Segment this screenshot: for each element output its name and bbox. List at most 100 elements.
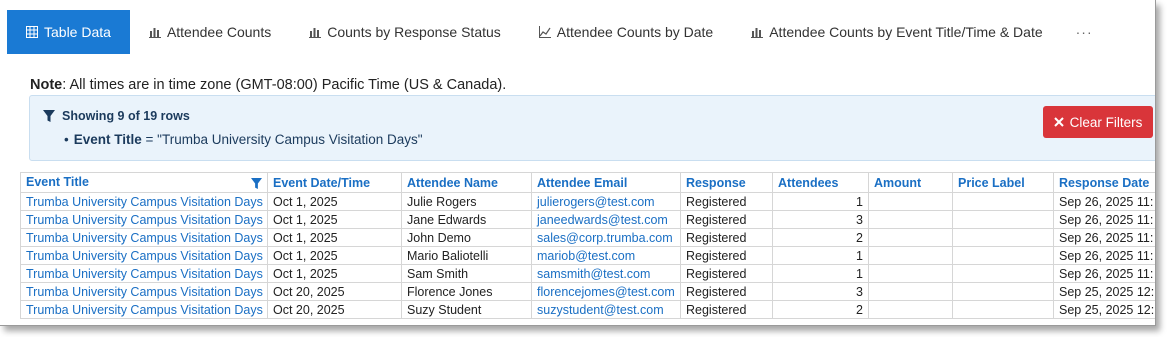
- table-header-row: Event Title Event Date/Time Attendee Nam…: [20, 172, 1155, 193]
- tab-label: Attendee Counts by Date: [556, 24, 714, 40]
- amount-cell: [868, 300, 953, 319]
- attendees-cell: 2: [772, 228, 869, 247]
- attendee-name-cell: Sam Smith: [401, 264, 532, 283]
- response-cell: Registered: [680, 300, 773, 319]
- attendee-name-cell: John Demo: [401, 228, 532, 247]
- column-header-response[interactable]: Response: [680, 172, 773, 193]
- filter-panel: Showing 9 of 19 rows • Event Title = "Tru…: [29, 95, 1155, 161]
- filter-operator: =: [141, 132, 158, 147]
- amount-cell: [868, 282, 953, 301]
- response-cell: Registered: [680, 264, 773, 283]
- response-date-cell: Sep 26, 2025 11:: [1053, 228, 1155, 247]
- amount-cell: [868, 246, 953, 265]
- more-icon: ···: [1075, 24, 1093, 40]
- tab-attendee-counts-by-event-title[interactable]: Attendee Counts by Event Title/Time & Da…: [732, 10, 1061, 54]
- showing-rows-text: Showing 9 of 19 rows: [62, 109, 190, 123]
- clear-filters-button[interactable]: Clear Filters: [1043, 106, 1153, 138]
- price-label-cell: [952, 282, 1054, 301]
- tab-table-data[interactable]: Table Data: [7, 10, 130, 54]
- event-date-cell: Oct 1, 2025: [267, 228, 402, 247]
- event-title-link[interactable]: Trumba University Campus Visitation Days: [20, 300, 268, 319]
- attendee-email-link[interactable]: florencejomes@test.com: [531, 282, 681, 301]
- more-tabs-button[interactable]: ···: [1062, 10, 1107, 54]
- bar-chart-icon: [148, 26, 161, 38]
- attendee-name-cell: Mario Baliotelli: [401, 246, 532, 265]
- table-row: Trumba University Campus Visitation Days…: [20, 264, 1155, 283]
- bullet: •: [64, 132, 69, 147]
- column-header-price-label[interactable]: Price Label: [952, 172, 1054, 193]
- response-date-cell: Sep 26, 2025 11:: [1053, 210, 1155, 229]
- attendee-name-cell: Suzy Student: [401, 300, 532, 319]
- event-title-link[interactable]: Trumba University Campus Visitation Days: [20, 282, 268, 301]
- response-date-cell: Sep 26, 2025 11:: [1053, 264, 1155, 283]
- attendee-email-link[interactable]: samsmith@test.com: [531, 264, 681, 283]
- column-header-attendee-email[interactable]: Attendee Email: [531, 172, 681, 193]
- event-title-link[interactable]: Trumba University Campus Visitation Days: [20, 228, 268, 247]
- column-header-amount[interactable]: Amount: [868, 172, 953, 193]
- attendee-email-link[interactable]: julierogers@test.com: [531, 192, 681, 211]
- amount-cell: [868, 192, 953, 211]
- attendee-email-link[interactable]: mariob@test.com: [531, 246, 681, 265]
- event-date-cell: Oct 1, 2025: [267, 264, 402, 283]
- attendee-email-link[interactable]: suzystudent@test.com: [531, 300, 681, 319]
- event-date-cell: Oct 1, 2025: [267, 192, 402, 211]
- event-title-link[interactable]: Trumba University Campus Visitation Days: [20, 246, 268, 265]
- bar-chart-icon: [309, 26, 322, 38]
- response-cell: Registered: [680, 282, 773, 301]
- tab-attendee-counts-by-date[interactable]: Attendee Counts by Date: [520, 10, 732, 54]
- event-title-link[interactable]: Trumba University Campus Visitation Days: [20, 264, 268, 283]
- table-row: Trumba University Campus Visitation Days…: [20, 228, 1155, 247]
- amount-cell: [868, 210, 953, 229]
- response-cell: Registered: [680, 228, 773, 247]
- table-row: Trumba University Campus Visitation Days…: [20, 246, 1155, 265]
- tab-label: Attendee Counts: [166, 24, 272, 40]
- response-date-cell: Sep 25, 2025 12:: [1053, 282, 1155, 301]
- table-row: Trumba University Campus Visitation Days…: [20, 210, 1155, 229]
- attendees-cell: 2: [772, 300, 869, 319]
- column-header-attendees[interactable]: Attendees: [772, 172, 869, 193]
- price-label-cell: [952, 264, 1054, 283]
- filter-field: Event Title: [73, 132, 142, 147]
- column-header-attendee-name[interactable]: Attendee Name: [401, 172, 532, 193]
- price-label-cell: [952, 228, 1054, 247]
- attendee-email-link[interactable]: janeedwards@test.com: [531, 210, 681, 229]
- line-chart-icon: [538, 26, 551, 38]
- column-header-event-date[interactable]: Event Date/Time: [267, 172, 402, 193]
- tab-attendee-counts[interactable]: Attendee Counts: [130, 10, 290, 54]
- close-icon: [1053, 115, 1064, 130]
- attendee-table: Event Title Event Date/Time Attendee Nam…: [20, 172, 1155, 319]
- amount-cell: [868, 264, 953, 283]
- attendees-cell: 3: [772, 210, 869, 229]
- price-label-cell: [952, 192, 1054, 211]
- price-label-cell: [952, 246, 1054, 265]
- attendee-name-cell: Florence Jones: [401, 282, 532, 301]
- attendees-cell: 1: [772, 246, 869, 265]
- attendees-cell: 3: [772, 282, 869, 301]
- response-date-cell: Sep 26, 2025 11:: [1053, 192, 1155, 211]
- price-label-cell: [952, 300, 1054, 319]
- event-date-cell: Oct 1, 2025: [267, 246, 402, 265]
- event-title-link[interactable]: Trumba University Campus Visitation Days: [20, 192, 268, 211]
- response-cell: Registered: [680, 192, 773, 211]
- response-cell: Registered: [680, 246, 773, 265]
- event-date-cell: Oct 1, 2025: [267, 210, 402, 229]
- column-header-response-date[interactable]: Response Date: [1053, 172, 1155, 193]
- event-title-link[interactable]: Trumba University Campus Visitation Days: [20, 210, 268, 229]
- attendee-name-cell: Julie Rogers: [401, 192, 532, 211]
- column-filter-icon[interactable]: [251, 178, 262, 190]
- table-icon: [26, 26, 38, 38]
- filter-icon: [43, 110, 55, 123]
- bar-chart-icon: [751, 26, 764, 38]
- event-date-cell: Oct 20, 2025: [267, 300, 402, 319]
- response-date-cell: Sep 25, 2025 12:: [1053, 300, 1155, 319]
- tab-counts-by-response-status[interactable]: Counts by Response Status: [290, 10, 520, 54]
- filter-criterion: • Event Title = "Trumba University Campus…: [64, 132, 423, 147]
- attendees-cell: 1: [772, 264, 869, 283]
- response-cell: Registered: [680, 210, 773, 229]
- column-header-event-title[interactable]: Event Title: [20, 172, 268, 193]
- attendees-cell: 1: [772, 192, 869, 211]
- attendee-email-link[interactable]: sales@corp.trumba.com: [531, 228, 681, 247]
- note-text: : All times are in time zone (GMT-08:00)…: [62, 77, 507, 93]
- timezone-note: Note: All times are in time zone (GMT-08…: [30, 77, 506, 93]
- price-label-cell: [952, 210, 1054, 229]
